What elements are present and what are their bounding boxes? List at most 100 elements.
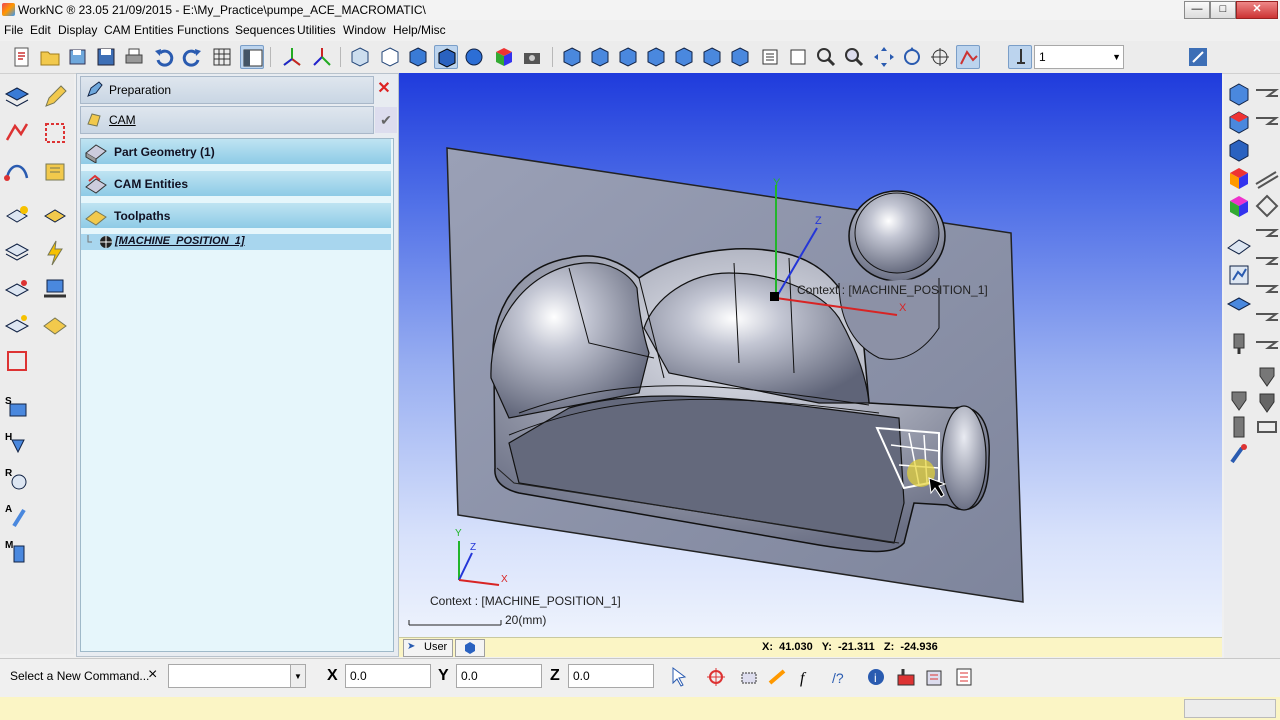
z-coordinate-input[interactable]: 0.0 (568, 664, 654, 688)
curve-tool-icon[interactable] (2, 156, 32, 186)
minimize-button[interactable]: — (1184, 1, 1210, 19)
export-icon[interactable] (922, 665, 946, 689)
menu-utilities[interactable]: Utilities (297, 23, 336, 37)
view-left-icon[interactable] (728, 45, 752, 69)
toolpath-layers-icon[interactable] (1224, 290, 1254, 320)
menu-sequences[interactable]: Sequences (235, 23, 295, 37)
undo-icon[interactable] (152, 45, 176, 69)
view-cube-red-icon[interactable] (1224, 108, 1254, 138)
axis-frame-icon[interactable] (280, 45, 304, 69)
s-tool-icon[interactable]: S (2, 392, 32, 422)
x-coordinate-input[interactable]: 0.0 (345, 664, 431, 688)
laptop-icon[interactable] (40, 274, 70, 304)
mesh-block-icon[interactable] (40, 310, 70, 340)
tree-item-cam-entities[interactable]: CAM Entities (81, 171, 391, 197)
settings-icon[interactable] (1186, 45, 1210, 69)
function-icon[interactable]: f (796, 665, 820, 689)
tree-item-toolpaths[interactable]: Toolpaths (81, 203, 391, 229)
view-top-icon[interactable] (588, 45, 612, 69)
view-tab[interactable] (455, 639, 485, 657)
view-back-icon[interactable] (700, 45, 724, 69)
redo-icon[interactable] (180, 45, 204, 69)
toolpath-zigzag-icon[interactable] (1252, 248, 1280, 278)
toolpath-copy-icon[interactable] (40, 202, 70, 232)
info-icon[interactable]: i (864, 665, 888, 689)
save-as-icon[interactable] (66, 45, 90, 69)
pencil-edit-icon[interactable] (40, 82, 70, 112)
close-command-icon[interactable]: × (148, 666, 157, 684)
view-side-icon[interactable] (644, 45, 668, 69)
tool-spanner-icon[interactable] (1224, 440, 1254, 470)
color-cube-icon[interactable] (492, 45, 516, 69)
menu-help-misc[interactable]: Help/Misc (393, 23, 446, 37)
sheet-icon[interactable] (786, 45, 810, 69)
maximize-button[interactable]: □ (1210, 1, 1236, 19)
part-stack-icon[interactable] (2, 82, 32, 112)
menu-display[interactable]: Display (58, 23, 97, 37)
toolpath-lines-icon[interactable] (1252, 164, 1280, 194)
panel-toggle-icon[interactable] (240, 45, 264, 69)
menu-cam-entities[interactable]: CAM Entities (104, 23, 173, 37)
snap-point-icon[interactable] (704, 665, 728, 689)
tree-item-part-geometry[interactable]: Part Geometry (1) (81, 139, 391, 165)
dynamic-view-icon[interactable] (956, 45, 980, 69)
view-cube-color-icon[interactable] (1224, 164, 1254, 194)
tool-holder-icon[interactable] (1224, 328, 1254, 358)
axis-frame-alt-icon[interactable] (310, 45, 334, 69)
new-file-icon[interactable] (10, 45, 34, 69)
zoom-icon[interactable] (842, 45, 866, 69)
user-tab[interactable]: ➤ User (403, 639, 453, 657)
view-cube-blue-icon[interactable] (1224, 80, 1254, 110)
snap-grid-icon[interactable] (738, 665, 762, 689)
h-tool-icon[interactable]: H (2, 428, 32, 458)
menu-functions[interactable]: Functions (177, 23, 229, 37)
cam-header[interactable]: CAM (80, 106, 374, 134)
shaded-edges-cube-icon[interactable] (434, 45, 458, 69)
close-window-button[interactable]: ✕ (1236, 1, 1278, 19)
toolpath-loop-2-icon[interactable] (1252, 304, 1280, 334)
shaded-cube-icon[interactable] (406, 45, 430, 69)
view-front-icon[interactable] (616, 45, 640, 69)
menu-file[interactable]: File (4, 23, 23, 37)
view-select[interactable]: 1 ▼ (1034, 45, 1124, 69)
camera-icon[interactable] (520, 45, 544, 69)
target-icon[interactable] (928, 45, 952, 69)
wireframe-cube-icon[interactable] (348, 45, 372, 69)
a-tool-icon[interactable]: A (2, 500, 32, 530)
block-star-icon[interactable] (2, 310, 32, 340)
open-folder-icon[interactable] (38, 45, 62, 69)
3d-viewport[interactable]: Y Z X Context : [MACHINE_POSITION_1] Y Z… (399, 73, 1222, 637)
toolpath-spiral-icon[interactable] (1252, 80, 1280, 110)
hidden-line-cube-icon[interactable] (378, 45, 402, 69)
tree-item-machine-position[interactable]: [MACHINE_POSITION_1] (81, 234, 391, 250)
select-arrows-icon[interactable] (2, 118, 32, 148)
toolpath-diamond-icon[interactable] (1252, 192, 1280, 222)
layered-plate-icon[interactable] (2, 238, 32, 268)
lightning-icon[interactable] (40, 238, 70, 268)
multi-tool-icon[interactable] (40, 156, 70, 186)
menu-window[interactable]: Window (343, 23, 386, 37)
machine-icon[interactable] (894, 665, 918, 689)
select-box-icon[interactable] (40, 118, 70, 148)
command-input[interactable]: ▼ (168, 664, 306, 688)
select-pointer-icon[interactable] (668, 665, 692, 689)
view-bottom-icon[interactable] (672, 45, 696, 69)
grid-icon[interactable] (210, 45, 234, 69)
tool-mill-icon[interactable] (1224, 384, 1254, 414)
checkmark-icon[interactable]: ✔ (375, 107, 397, 133)
toolpath-spiral-2-icon[interactable] (1252, 108, 1280, 138)
menu-edit[interactable]: Edit (30, 23, 51, 37)
toolpath-wave-icon[interactable] (1252, 220, 1280, 250)
zoom-window-icon[interactable] (814, 45, 838, 69)
close-panel-icon[interactable]: ✕ (375, 78, 393, 100)
eraser-icon[interactable] (2, 274, 32, 304)
frame-select-icon[interactable] (2, 346, 32, 376)
sphere-icon[interactable] (462, 45, 486, 69)
view-cube-multi-icon[interactable] (1224, 192, 1254, 222)
toolpath-loop-icon[interactable] (1252, 276, 1280, 306)
measure-icon[interactable] (766, 665, 790, 689)
toolpath-chart-icon[interactable] (1224, 260, 1254, 290)
save-icon[interactable] (94, 45, 118, 69)
tool-bar-icon[interactable] (1224, 412, 1254, 442)
tool-chain-icon[interactable] (1252, 412, 1280, 442)
